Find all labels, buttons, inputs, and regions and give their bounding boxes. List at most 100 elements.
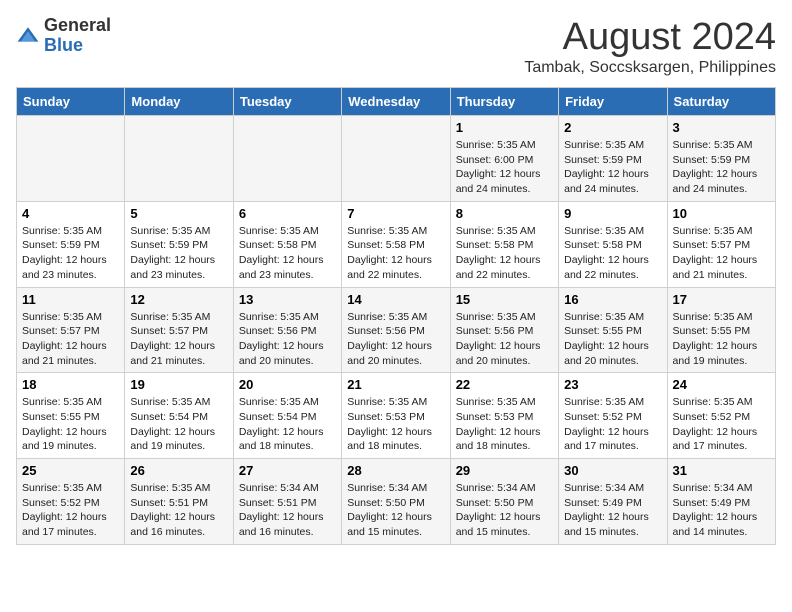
logo-general-text: General	[44, 15, 111, 35]
day-number: 30	[564, 463, 661, 478]
day-number: 9	[564, 206, 661, 221]
day-number: 12	[130, 292, 227, 307]
day-info: Sunrise: 5:35 AM Sunset: 5:55 PM Dayligh…	[673, 310, 770, 369]
col-header-wednesday: Wednesday	[342, 88, 450, 116]
day-number: 24	[673, 377, 770, 392]
day-info: Sunrise: 5:35 AM Sunset: 5:57 PM Dayligh…	[673, 224, 770, 283]
day-number: 8	[456, 206, 553, 221]
day-number: 11	[22, 292, 119, 307]
calendar-cell: 22Sunrise: 5:35 AM Sunset: 5:53 PM Dayli…	[450, 373, 558, 459]
calendar-table: SundayMondayTuesdayWednesdayThursdayFrid…	[16, 87, 776, 545]
calendar-cell: 4Sunrise: 5:35 AM Sunset: 5:59 PM Daylig…	[17, 201, 125, 287]
day-number: 2	[564, 120, 661, 135]
day-number: 15	[456, 292, 553, 307]
logo: General Blue	[16, 16, 111, 56]
calendar-cell: 15 Sunrise: 5:35 AM Sunset: 5:56 PM Dayli…	[450, 287, 558, 373]
day-number: 1	[456, 120, 553, 135]
day-number: 6	[239, 206, 336, 221]
calendar-cell: 5 Sunrise: 5:35 AM Sunset: 5:59 PM Daylig…	[125, 201, 233, 287]
day-info: Sunrise: 5:35 AM Sunset: 5:58 PM Dayligh…	[456, 224, 553, 283]
calendar-cell: 25Sunrise: 5:35 AM Sunset: 5:52 PM Dayli…	[17, 459, 125, 545]
day-info: Sunrise: 5:35 AM Sunset: 5:52 PM Dayligh…	[673, 395, 770, 454]
logo-blue-text: Blue	[44, 35, 83, 55]
calendar-cell: 13 Sunrise: 5:35 AM Sunset: 5:56 PM Dayli…	[233, 287, 341, 373]
calendar-cell: 3 Sunrise: 5:35 AM Sunset: 5:59 PM Daylig…	[667, 116, 775, 202]
day-info: Sunrise: 5:35 AM Sunset: 5:51 PM Dayligh…	[130, 481, 227, 540]
day-number: 19	[130, 377, 227, 392]
calendar-cell: 18 Sunrise: 5:35 AM Sunset: 5:55 PM Dayli…	[17, 373, 125, 459]
day-info: Sunrise: 5:35 AM Sunset: 5:58 PM Dayligh…	[564, 224, 661, 283]
day-number: 28	[347, 463, 444, 478]
calendar-cell: 20 Sunrise: 5:35 AM Sunset: 5:54 PM Dayli…	[233, 373, 341, 459]
calendar-cell: 24 Sunrise: 5:35 AM Sunset: 5:52 PM Dayli…	[667, 373, 775, 459]
day-number: 10	[673, 206, 770, 221]
day-info: Sunrise: 5:35 AM Sunset: 5:53 PM Dayligh…	[347, 395, 444, 454]
calendar-cell: 27Sunrise: 5:34 AM Sunset: 5:51 PM Dayli…	[233, 459, 341, 545]
day-number: 13	[239, 292, 336, 307]
day-info: Sunrise: 5:34 AM Sunset: 5:49 PM Dayligh…	[673, 481, 770, 540]
day-number: 18	[22, 377, 119, 392]
calendar-cell: 8 Sunrise: 5:35 AM Sunset: 5:58 PM Daylig…	[450, 201, 558, 287]
calendar-cell: 11 Sunrise: 5:35 AM Sunset: 5:57 PM Dayli…	[17, 287, 125, 373]
day-number: 29	[456, 463, 553, 478]
calendar-week-row: 18 Sunrise: 5:35 AM Sunset: 5:55 PM Dayli…	[17, 373, 776, 459]
day-info: Sunrise: 5:35 AM Sunset: 5:54 PM Dayligh…	[130, 395, 227, 454]
day-info: Sunrise: 5:35 AM Sunset: 5:57 PM Dayligh…	[22, 310, 119, 369]
calendar-header-row: SundayMondayTuesdayWednesdayThursdayFrid…	[17, 88, 776, 116]
calendar-cell: 1 Sunrise: 5:35 AM Sunset: 6:00 PM Daylig…	[450, 116, 558, 202]
day-info: Sunrise: 5:35 AM Sunset: 5:56 PM Dayligh…	[239, 310, 336, 369]
day-info: Sunrise: 5:35 AM Sunset: 5:55 PM Dayligh…	[564, 310, 661, 369]
calendar-week-row: 4 Sunrise: 5:35 AM Sunset: 5:59 PM Daylig…	[17, 201, 776, 287]
calendar-cell: 31Sunrise: 5:34 AM Sunset: 5:49 PM Dayli…	[667, 459, 775, 545]
col-header-monday: Monday	[125, 88, 233, 116]
calendar-week-row: 11 Sunrise: 5:35 AM Sunset: 5:57 PM Dayli…	[17, 287, 776, 373]
calendar-cell: 7Sunrise: 5:35 AM Sunset: 5:58 PM Daylig…	[342, 201, 450, 287]
day-info: Sunrise: 5:35 AM Sunset: 5:52 PM Dayligh…	[564, 395, 661, 454]
day-info: Sunrise: 5:35 AM Sunset: 6:00 PM Dayligh…	[456, 138, 553, 197]
day-number: 16	[564, 292, 661, 307]
day-info: Sunrise: 5:35 AM Sunset: 5:52 PM Dayligh…	[22, 481, 119, 540]
day-number: 4	[22, 206, 119, 221]
day-info: Sunrise: 5:35 AM Sunset: 5:55 PM Dayligh…	[22, 395, 119, 454]
day-number: 23	[564, 377, 661, 392]
calendar-cell	[17, 116, 125, 202]
calendar-cell: 10 Sunrise: 5:35 AM Sunset: 5:57 PM Dayli…	[667, 201, 775, 287]
day-number: 17	[673, 292, 770, 307]
day-info: Sunrise: 5:35 AM Sunset: 5:58 PM Dayligh…	[239, 224, 336, 283]
calendar-week-row: 1 Sunrise: 5:35 AM Sunset: 6:00 PM Daylig…	[17, 116, 776, 202]
day-info: Sunrise: 5:35 AM Sunset: 5:56 PM Dayligh…	[347, 310, 444, 369]
day-info: Sunrise: 5:35 AM Sunset: 5:54 PM Dayligh…	[239, 395, 336, 454]
calendar-cell: 2 Sunrise: 5:35 AM Sunset: 5:59 PM Daylig…	[559, 116, 667, 202]
day-number: 27	[239, 463, 336, 478]
col-header-friday: Friday	[559, 88, 667, 116]
day-number: 3	[673, 120, 770, 135]
col-header-thursday: Thursday	[450, 88, 558, 116]
calendar-cell: 30Sunrise: 5:34 AM Sunset: 5:49 PM Dayli…	[559, 459, 667, 545]
calendar-cell: 6 Sunrise: 5:35 AM Sunset: 5:58 PM Daylig…	[233, 201, 341, 287]
day-info: Sunrise: 5:35 AM Sunset: 5:59 PM Dayligh…	[130, 224, 227, 283]
calendar-cell: 26Sunrise: 5:35 AM Sunset: 5:51 PM Dayli…	[125, 459, 233, 545]
calendar-cell	[125, 116, 233, 202]
calendar-cell: 29Sunrise: 5:34 AM Sunset: 5:50 PM Dayli…	[450, 459, 558, 545]
calendar-cell: 23 Sunrise: 5:35 AM Sunset: 5:52 PM Dayli…	[559, 373, 667, 459]
day-info: Sunrise: 5:35 AM Sunset: 5:56 PM Dayligh…	[456, 310, 553, 369]
month-year-title: August 2024	[524, 16, 776, 59]
title-block: August 2024 Tambak, Soccsksargen, Philip…	[524, 16, 776, 77]
day-number: 21	[347, 377, 444, 392]
calendar-cell: 19 Sunrise: 5:35 AM Sunset: 5:54 PM Dayli…	[125, 373, 233, 459]
calendar-cell	[342, 116, 450, 202]
calendar-cell: 14Sunrise: 5:35 AM Sunset: 5:56 PM Dayli…	[342, 287, 450, 373]
day-info: Sunrise: 5:35 AM Sunset: 5:59 PM Dayligh…	[564, 138, 661, 197]
day-number: 20	[239, 377, 336, 392]
col-header-sunday: Sunday	[17, 88, 125, 116]
calendar-cell	[233, 116, 341, 202]
page-header: General Blue August 2024 Tambak, Soccsks…	[16, 16, 776, 77]
calendar-cell: 16 Sunrise: 5:35 AM Sunset: 5:55 PM Dayli…	[559, 287, 667, 373]
day-info: Sunrise: 5:34 AM Sunset: 5:50 PM Dayligh…	[347, 481, 444, 540]
calendar-week-row: 25Sunrise: 5:35 AM Sunset: 5:52 PM Dayli…	[17, 459, 776, 545]
day-number: 5	[130, 206, 227, 221]
day-info: Sunrise: 5:35 AM Sunset: 5:59 PM Dayligh…	[673, 138, 770, 197]
col-header-saturday: Saturday	[667, 88, 775, 116]
day-info: Sunrise: 5:35 AM Sunset: 5:53 PM Dayligh…	[456, 395, 553, 454]
day-info: Sunrise: 5:35 AM Sunset: 5:58 PM Dayligh…	[347, 224, 444, 283]
